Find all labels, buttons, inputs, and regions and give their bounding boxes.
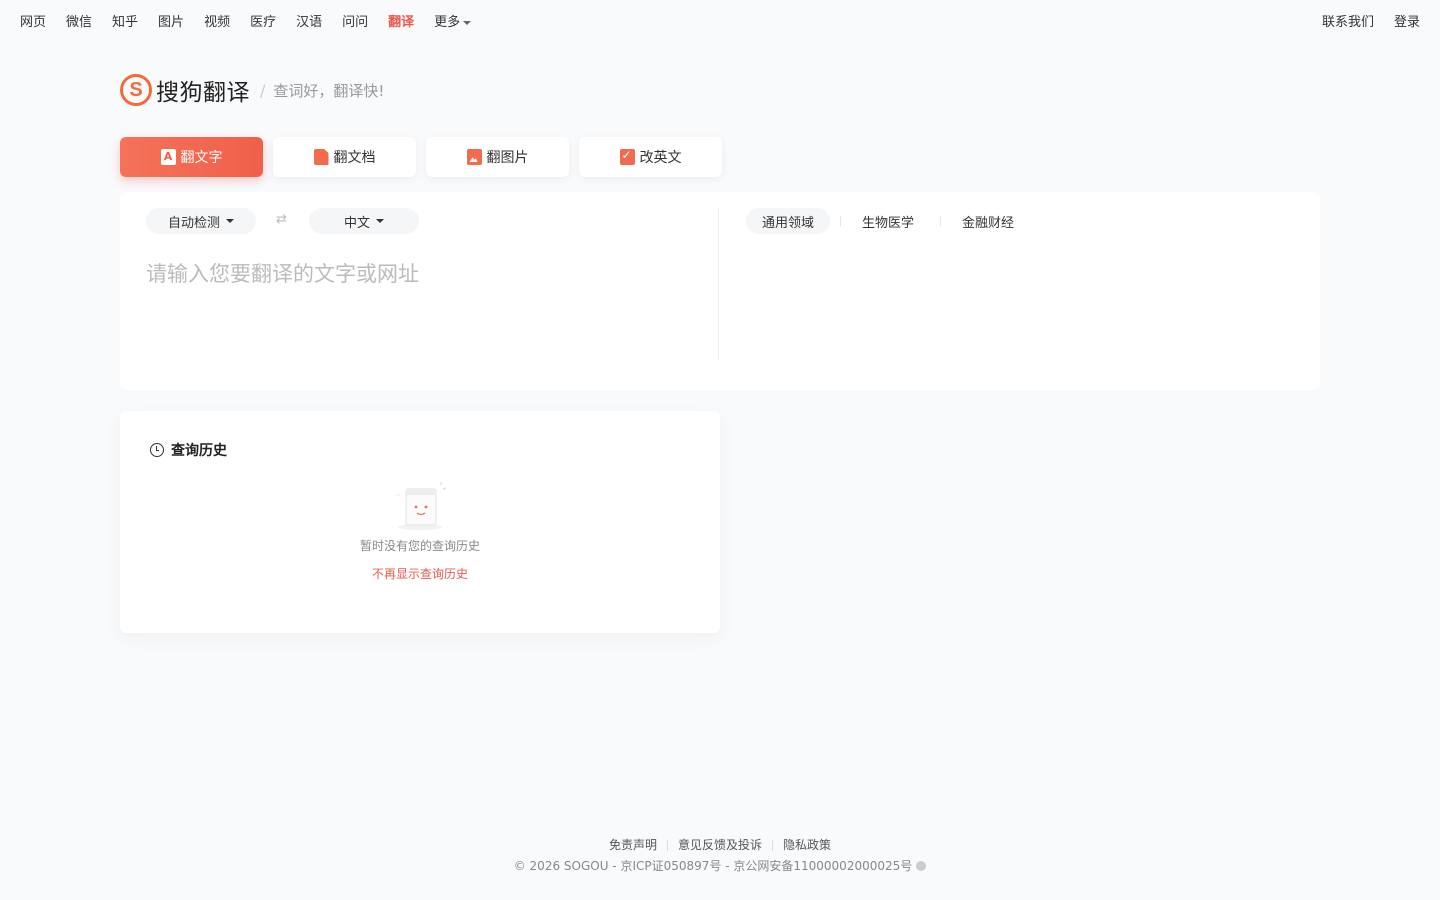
footer-copyright: © 2026 SOGOU - 京ICP证050897号 - 京公网安备11000… [0,857,1440,874]
source-language-select[interactable]: 自动检测 [146,208,256,234]
mode-tabs: 翻文字 翻文档 翻图片 改英文 [120,137,732,177]
nav-more-label: 更多 [434,15,461,30]
domain-separator [940,216,941,226]
domain-separator [840,216,841,226]
tab-label: 翻图片 [486,150,529,166]
tab-translate-image[interactable]: 翻图片 [426,137,569,177]
privacy-policy-link[interactable]: 隐私政策 [783,836,831,853]
sogou-logo-icon[interactable] [120,74,152,106]
caret-down-icon [376,219,384,223]
tab-edit-english[interactable]: 改英文 [579,137,722,177]
source-language-label: 自动检测 [167,215,220,231]
image-icon [466,149,482,165]
nav-link-hanyu[interactable]: 汉语 [296,14,322,32]
history-title: 查询历史 [171,443,227,459]
feedback-link[interactable]: 意见反馈及投诉 [678,836,762,853]
contact-us-link[interactable]: 联系我们 [1322,14,1374,32]
product-nav: 网页 微信 知乎 图片 视频 医疗 汉语 问问 翻译 更多 [20,14,491,32]
nav-link-images[interactable]: 图片 [158,14,184,32]
nav-link-video[interactable]: 视频 [204,14,230,32]
empty-box-illustration-icon [396,481,447,530]
history-empty-text: 暂时没有您的查询历史 [359,539,480,553]
source-text-input[interactable]: 请输入您要翻译的文字或网址 [146,258,419,288]
top-nav: 网页 微信 知乎 图片 视频 医疗 汉语 问问 翻译 更多 联系我们 登录 [0,0,1440,46]
disclaimer-link[interactable]: 免责声明 [609,836,657,853]
clock-icon [150,443,164,457]
nav-link-weixin[interactable]: 微信 [66,14,92,32]
hide-history-link[interactable]: 不再显示查询历史 [120,565,720,582]
copyright-text[interactable]: © 2026 SOGOU - 京ICP证050897号 - 京公网安备11000… [514,857,913,874]
nav-link-zhihu[interactable]: 知乎 [112,14,138,32]
tab-label: 翻文字 [180,150,223,166]
footer-separator [666,840,668,851]
footer-separator [772,840,773,851]
footer-links: 免责声明 意见反馈及投诉 隐私政策 [0,836,1440,853]
document-icon [313,149,329,165]
nav-more-dropdown[interactable]: 更多 [434,14,472,32]
police-badge-icon [916,860,927,871]
text-a-icon [160,149,176,165]
brand-slogan: 查词好，翻译快! [273,81,385,100]
domain-biomedical[interactable]: 生物医学 [846,208,930,234]
brand-separator: / [260,80,266,100]
brand-name[interactable]: 搜狗翻译 [156,73,250,107]
brand-header: 搜狗翻译 / 查词好，翻译快! [120,72,384,108]
tab-label: 改英文 [639,150,682,166]
user-nav: 联系我们 登录 [1302,14,1420,32]
panel-divider [718,208,719,360]
tab-label: 翻文档 [333,150,376,166]
swap-arrows-icon[interactable]: ⇄ [276,212,287,227]
target-language-select[interactable]: 中文 [309,208,419,234]
nav-link-wenwen[interactable]: 问问 [342,14,368,32]
history-card: 查询历史 暂时没有您的查询历史 不再显示查询历史 [120,411,720,633]
edit-check-icon [619,148,635,165]
caret-down-icon [463,21,472,25]
login-link[interactable]: 登录 [1394,14,1420,32]
domain-general[interactable]: 通用领域 [746,208,831,234]
nav-link-translate[interactable]: 翻译 [388,14,414,32]
tab-translate-text[interactable]: 翻文字 [120,137,263,177]
history-header: 查询历史 [150,440,227,460]
nav-link-web[interactable]: 网页 [20,14,46,32]
tab-translate-document[interactable]: 翻文档 [273,137,416,177]
translate-panel: 自动检测 ⇄ 中文 请输入您要翻译的文字或网址 通用领域 生物医学 金融财经 [120,192,1320,390]
nav-link-medical[interactable]: 医疗 [250,14,276,32]
caret-down-icon [226,219,234,223]
target-language-label: 中文 [343,215,370,231]
domain-finance[interactable]: 金融财经 [946,208,1030,234]
